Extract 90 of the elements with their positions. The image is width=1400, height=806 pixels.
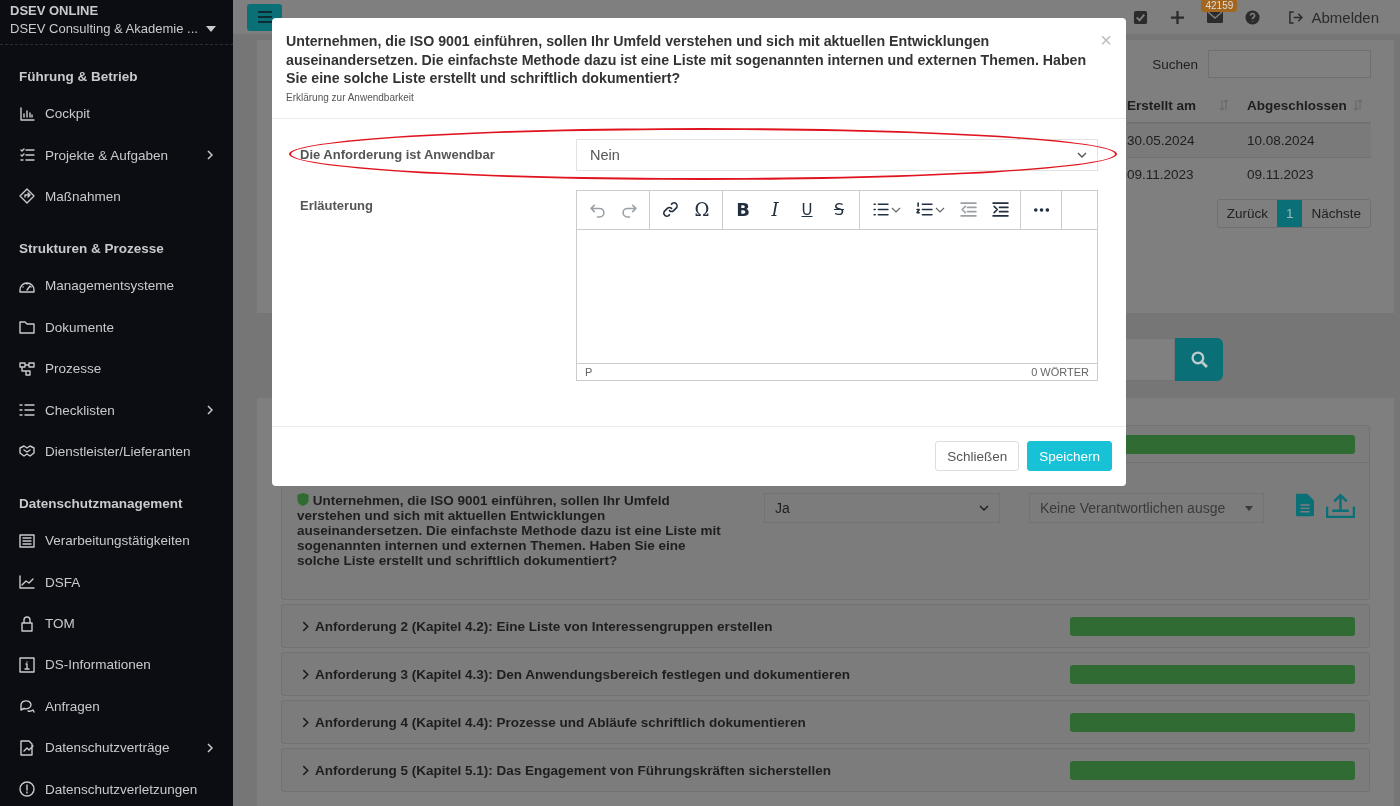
previous-button[interactable]: Zurück [1217, 200, 1277, 227]
notification-badge: 42159 [1201, 0, 1238, 12]
table-cell-text: 09.11.2023 [1246, 167, 1315, 182]
close-dialog-button[interactable]: Schließen [935, 441, 1020, 471]
modal-title: Unternehmen, die ISO 9001 einführen, sollen Ihr Umfeld verstehen und sich mit aktuellen Entwicklungen auseinandersetzen. Die einfachste Methode dazu ist eine Liste mit sogenannten internen und externen Themen. Haben Sie eine solche Liste erstellt und schriftlich dokumentiert? [286, 32, 1088, 88]
brand-title: DSEV ONLINE [10, 3, 100, 18]
caret-icon [1245, 505, 1253, 511]
column-header[interactable]: Erstellt am [1127, 97, 1237, 113]
list-icon [19, 402, 35, 419]
search-button[interactable] [1175, 338, 1223, 381]
search-icon [1190, 351, 1208, 368]
column-header[interactable]: Abgeschlossen [1237, 97, 1371, 113]
sidebar-item[interactable]: DS-Informationen [19, 644, 233, 686]
redo-icon [620, 201, 638, 218]
modal-subtitle: Erklärung zur Anwendbarkeit [286, 91, 415, 103]
chevron-down-icon [890, 206, 901, 213]
table-icon [19, 532, 35, 549]
sidebar-item[interactable]: Verarbeitungstätigkeiten [19, 520, 233, 562]
undo-icon [588, 201, 606, 218]
more-icon [1033, 207, 1049, 212]
caret-icon [205, 25, 216, 32]
chat-icon [19, 698, 35, 715]
bold-tool[interactable]: B [727, 193, 759, 226]
field-label: Die Anforderung ist Anwendbar [300, 145, 496, 162]
info-icon [19, 657, 35, 673]
underline-tool[interactable]: U [791, 193, 823, 226]
indent-icon [991, 201, 1009, 218]
sidebar-item[interactable]: Dokumente [19, 306, 233, 348]
search-label: Suchen [1152, 56, 1198, 72]
italic-tool[interactable]: I [759, 193, 791, 226]
link-icon [661, 201, 679, 218]
sidebar-section-title: Datenschutzmanagement [19, 495, 184, 514]
handshake-icon [19, 443, 35, 460]
chevron-down-icon [979, 505, 989, 511]
sidebar-item[interactable]: Checklisten [19, 389, 233, 431]
menu-icon [257, 11, 272, 23]
chevron-icon[interactable] [302, 668, 309, 680]
sidebar-item[interactable]: Anfragen [19, 685, 233, 728]
bullets-icon [871, 201, 889, 218]
sidebar-section-title: Führung & Betrieb [19, 68, 139, 86]
sidebar-item[interactable]: Dienstleister/Lieferanten [19, 430, 233, 473]
question-text: Unternehmen, die ISO 9001 einführen, sollen Ihr Umfeld verstehen und sich mit aktuellen Entwicklungen auseinandersetzen. Die einfachste Methode dazu ist eine Liste mit sogenannten internen und externen Themen. Haben Sie eine solche Liste erstellt und schriftlich dokumentiert? [297, 493, 722, 568]
chevron-icon[interactable] [302, 764, 309, 776]
sidebar-item[interactable]: Projekte & Aufgaben [19, 134, 233, 176]
tasks-icon [19, 147, 35, 164]
table-cell-text: 10.08.2024 [1246, 133, 1316, 148]
alert-icon [19, 781, 35, 798]
sidebar-item[interactable]: Maßnahmen [19, 175, 233, 218]
contract-icon [19, 739, 35, 756]
sidebar-item[interactable]: Datenschutzverträge [19, 727, 233, 769]
sidebar-item[interactable]: TOM [19, 602, 233, 645]
requirement-title[interactable]: Anforderung 4 (Kapitel 4.4): Prozesse und Abläufe schriftlich dokumentieren [315, 714, 1064, 730]
plus-icon[interactable] [1170, 9, 1186, 25]
word-count: 0 WÖRTER [1031, 365, 1089, 378]
trend-icon [19, 574, 35, 591]
answer-select[interactable]: Ja [764, 493, 1000, 523]
char-tool[interactable]: Ω [686, 193, 718, 226]
chevron-down-icon [1077, 151, 1087, 158]
chevron-icon[interactable] [302, 716, 309, 728]
chevron-icon[interactable] [302, 620, 309, 632]
sidebar-item[interactable]: Managementsysteme [19, 265, 233, 307]
shield-icon [297, 493, 309, 506]
organization-selector[interactable]: DSEV Consulting & Akademie ... [10, 21, 223, 36]
flow-icon [19, 360, 35, 377]
chart-icon [19, 105, 35, 122]
table-cell-text: 09.11.2023 [1127, 167, 1195, 182]
help-icon[interactable] [1245, 9, 1261, 25]
chevron-down-icon [934, 206, 945, 213]
logout-icon [1288, 10, 1304, 24]
checkbox-icon[interactable] [1133, 9, 1149, 25]
requirement-title[interactable]: Anforderung 3 (Kapitel 4.3): Den Anwendungsbereich festlegen und dokumentieren [315, 666, 1064, 682]
numbers-icon [915, 201, 933, 218]
sidebar-item[interactable]: DSFA [19, 561, 233, 603]
lock-icon [19, 615, 35, 632]
sidebar-item[interactable]: Cockpit [19, 93, 233, 135]
sidebar-item[interactable]: Datenschutzverletzungen [19, 768, 233, 806]
next-button[interactable]: Nächste [1302, 200, 1370, 227]
diamond-icon [19, 188, 35, 205]
applicable-select[interactable]: Nein [576, 138, 1098, 171]
element-path: P [585, 365, 593, 378]
sidebar-section-title: Strukturen & Prozesse [19, 240, 165, 259]
logout-button[interactable]: Abmelden [1282, 7, 1385, 27]
sidebar-item[interactable]: Prozesse [19, 347, 233, 390]
table-cell-text: 30.05.2024 [1127, 133, 1196, 148]
strike-tool[interactable]: S [823, 193, 855, 226]
folder-icon [19, 319, 35, 336]
requirement-title[interactable]: Anforderung 2 (Kapitel 4.2): Eine Liste von Interessengruppen erstellen [315, 618, 1064, 634]
field-label: Erläuterung [300, 196, 374, 213]
requirement-title[interactable]: Anforderung 5 (Kapitel 5.1): Das Engagement von Führungskräften sicherstellen [315, 762, 1064, 778]
outdent-icon [959, 201, 977, 218]
